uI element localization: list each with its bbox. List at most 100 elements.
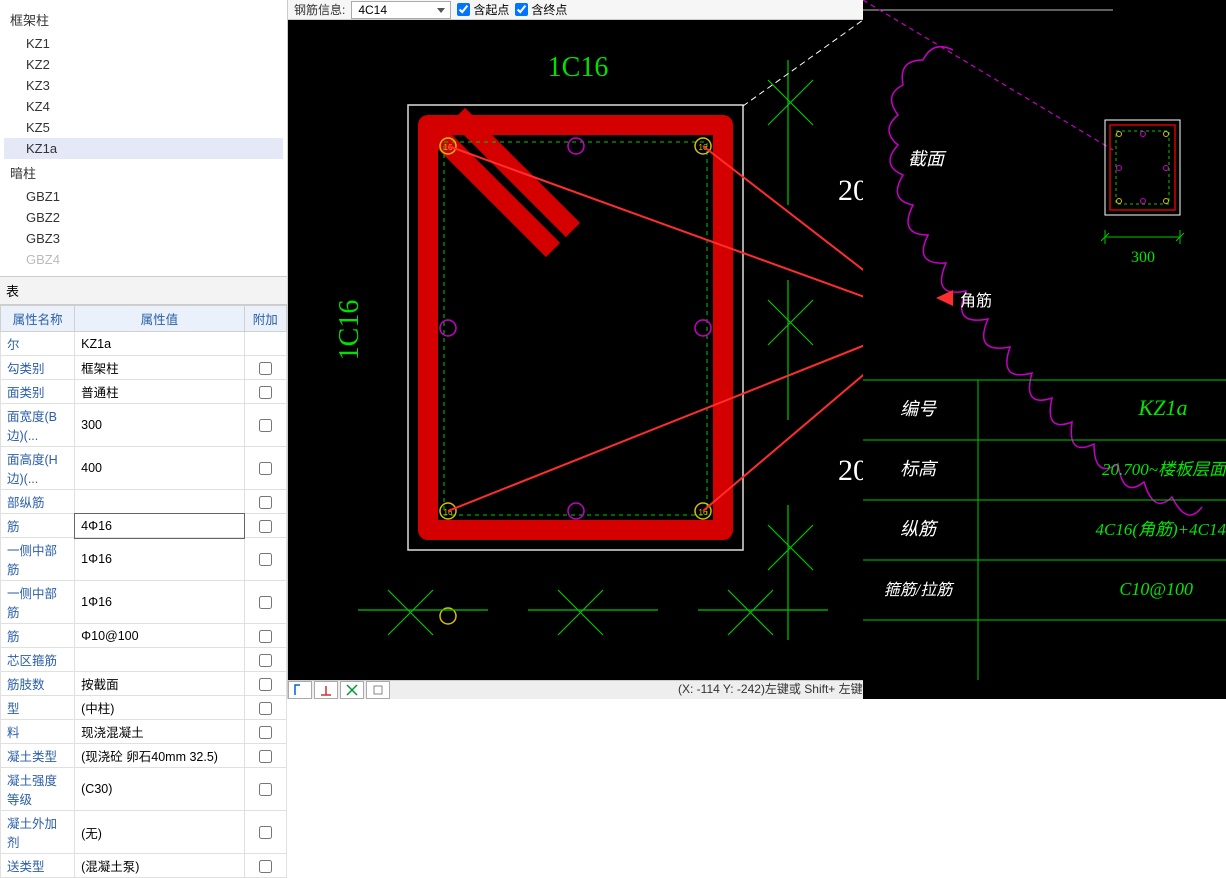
tree-group-hiddencol[interactable]: 暗柱 xyxy=(4,159,283,186)
prop-value[interactable] xyxy=(75,648,244,672)
prop-extra[interactable] xyxy=(244,744,286,768)
prop-extra[interactable] xyxy=(244,380,286,404)
prop-extra[interactable] xyxy=(244,624,286,648)
extra-checkbox[interactable] xyxy=(259,553,272,566)
tree-item-kz5[interactable]: KZ5 xyxy=(4,117,283,138)
extra-checkbox[interactable] xyxy=(259,860,272,873)
prop-row[interactable]: 一侧中部筋1Φ16 xyxy=(1,581,287,624)
prop-value[interactable]: 现浇混凝土 xyxy=(75,720,244,744)
prop-value[interactable]: 1Φ16 xyxy=(75,581,244,624)
prop-row[interactable]: 凝土外加剂(无) xyxy=(1,811,287,854)
prop-value[interactable]: 普通柱 xyxy=(75,380,244,404)
prop-extra[interactable] xyxy=(244,490,286,514)
tree-item-kz1[interactable]: KZ1 xyxy=(4,33,283,54)
tree-item-kz4[interactable]: KZ4 xyxy=(4,96,283,117)
prop-row[interactable]: 筋肢数按截面 xyxy=(1,672,287,696)
section-viewport[interactable]: 16 16 16 16 1C16 1C16 20 20 xyxy=(288,20,863,680)
prop-extra[interactable] xyxy=(244,332,286,356)
prop-row[interactable]: 勾类别框架柱 xyxy=(1,356,287,380)
extra-checkbox[interactable] xyxy=(259,750,272,763)
prop-value[interactable] xyxy=(75,490,244,514)
extra-checkbox[interactable] xyxy=(259,520,272,533)
extra-checkbox[interactable] xyxy=(259,726,272,739)
tree-item-gbz1[interactable]: GBZ1 xyxy=(4,186,283,207)
prop-row[interactable]: 筋4Φ16 xyxy=(1,514,287,538)
component-tree[interactable]: 框架柱 KZ1 KZ2 KZ3 KZ4 KZ5 KZ1a 暗柱 GBZ1 GBZ… xyxy=(0,0,287,276)
prop-value[interactable]: 400 xyxy=(75,447,244,490)
prop-row[interactable]: 面类别普通柱 xyxy=(1,380,287,404)
detail-viewport[interactable]: 300 截面 角筋 编号 KZ1a 标高 20.700~楼板层面 纵筋 4C16… xyxy=(863,0,1226,699)
prop-value[interactable]: 1Φ16 xyxy=(75,538,244,581)
mid-bar-left xyxy=(440,320,456,336)
prop-extra[interactable] xyxy=(244,696,286,720)
prop-value[interactable]: 300 xyxy=(75,404,244,447)
extra-checkbox[interactable] xyxy=(259,702,272,715)
extra-checkbox[interactable] xyxy=(259,419,272,432)
prop-extra[interactable] xyxy=(244,404,286,447)
snap-endpoint[interactable] xyxy=(288,681,312,699)
tree-item-gbz4[interactable]: GBZ4 xyxy=(4,249,283,270)
prop-value[interactable]: Φ10@100 xyxy=(75,624,244,648)
prop-row[interactable]: 料现浇混凝土 xyxy=(1,720,287,744)
tree-item-gbz2[interactable]: GBZ2 xyxy=(4,207,283,228)
prop-row[interactable]: 部纵筋 xyxy=(1,490,287,514)
extra-checkbox[interactable] xyxy=(259,826,272,839)
prop-value[interactable]: (C30) xyxy=(75,768,244,811)
include-start-check[interactable]: 含起点 xyxy=(457,1,509,18)
snap-intersection[interactable] xyxy=(340,681,364,699)
tree-item-kz1a[interactable]: KZ1a xyxy=(4,138,283,159)
prop-extra[interactable] xyxy=(244,648,286,672)
prop-extra[interactable] xyxy=(244,768,286,811)
extra-checkbox[interactable] xyxy=(259,362,272,375)
prop-row[interactable]: 面宽度(B边)(...300 xyxy=(1,404,287,447)
tree-item-kz2[interactable]: KZ2 xyxy=(4,54,283,75)
prop-row[interactable]: 芯区箍筋 xyxy=(1,648,287,672)
snap-perpendicular[interactable] xyxy=(366,681,390,699)
prop-row[interactable]: 面高度(H边)(...400 xyxy=(1,447,287,490)
prop-name: 料 xyxy=(1,720,75,744)
prop-extra[interactable] xyxy=(244,811,286,854)
prop-value[interactable]: KZ1a xyxy=(75,332,244,356)
property-table[interactable]: 属性名称 属性值 附加 尔KZ1a勾类别框架柱面类别普通柱面宽度(B边)(...… xyxy=(0,305,287,878)
prop-value[interactable]: (现浇砼 卵石40mm 32.5) xyxy=(75,744,244,768)
prop-extra[interactable] xyxy=(244,672,286,696)
prop-name: 面宽度(B边)(... xyxy=(1,404,75,447)
prop-row[interactable]: 凝土强度等级(C30) xyxy=(1,768,287,811)
extra-checkbox[interactable] xyxy=(259,386,272,399)
prop-extra[interactable] xyxy=(244,514,286,538)
extra-checkbox[interactable] xyxy=(259,462,272,475)
include-end-box[interactable] xyxy=(515,3,528,16)
prop-extra[interactable] xyxy=(244,581,286,624)
prop-row[interactable]: 送类型(混凝土泵) xyxy=(1,854,287,878)
prop-extra[interactable] xyxy=(244,356,286,380)
prop-value[interactable]: (中柱) xyxy=(75,696,244,720)
extra-checkbox[interactable] xyxy=(259,783,272,796)
include-start-label: 含起点 xyxy=(473,1,509,18)
snap-midpoint[interactable] xyxy=(314,681,338,699)
prop-extra[interactable] xyxy=(244,720,286,744)
extra-checkbox[interactable] xyxy=(259,596,272,609)
include-end-check[interactable]: 含终点 xyxy=(515,1,567,18)
include-start-box[interactable] xyxy=(457,3,470,16)
extra-checkbox[interactable] xyxy=(259,654,272,667)
rebar-info-combo[interactable]: 4C14 xyxy=(351,1,451,19)
tree-item-kz3[interactable]: KZ3 xyxy=(4,75,283,96)
prop-value[interactable]: (无) xyxy=(75,811,244,854)
prop-extra[interactable] xyxy=(244,854,286,878)
prop-extra[interactable] xyxy=(244,538,286,581)
tree-group-framecol[interactable]: 框架柱 xyxy=(4,6,283,33)
prop-row[interactable]: 筋Φ10@100 xyxy=(1,624,287,648)
tree-item-gbz3[interactable]: GBZ3 xyxy=(4,228,283,249)
prop-row[interactable]: 一侧中部筋1Φ16 xyxy=(1,538,287,581)
prop-value[interactable]: 4Φ16 xyxy=(75,514,244,538)
prop-row[interactable]: 型(中柱) xyxy=(1,696,287,720)
extra-checkbox[interactable] xyxy=(259,678,272,691)
prop-extra[interactable] xyxy=(244,447,286,490)
extra-checkbox[interactable] xyxy=(259,496,272,509)
extra-checkbox[interactable] xyxy=(259,630,272,643)
prop-row[interactable]: 尔KZ1a xyxy=(1,332,287,356)
prop-value[interactable]: 框架柱 xyxy=(75,356,244,380)
prop-row[interactable]: 凝土类型(现浇砼 卵石40mm 32.5) xyxy=(1,744,287,768)
prop-value[interactable]: (混凝土泵) xyxy=(75,854,244,878)
prop-value[interactable]: 按截面 xyxy=(75,672,244,696)
